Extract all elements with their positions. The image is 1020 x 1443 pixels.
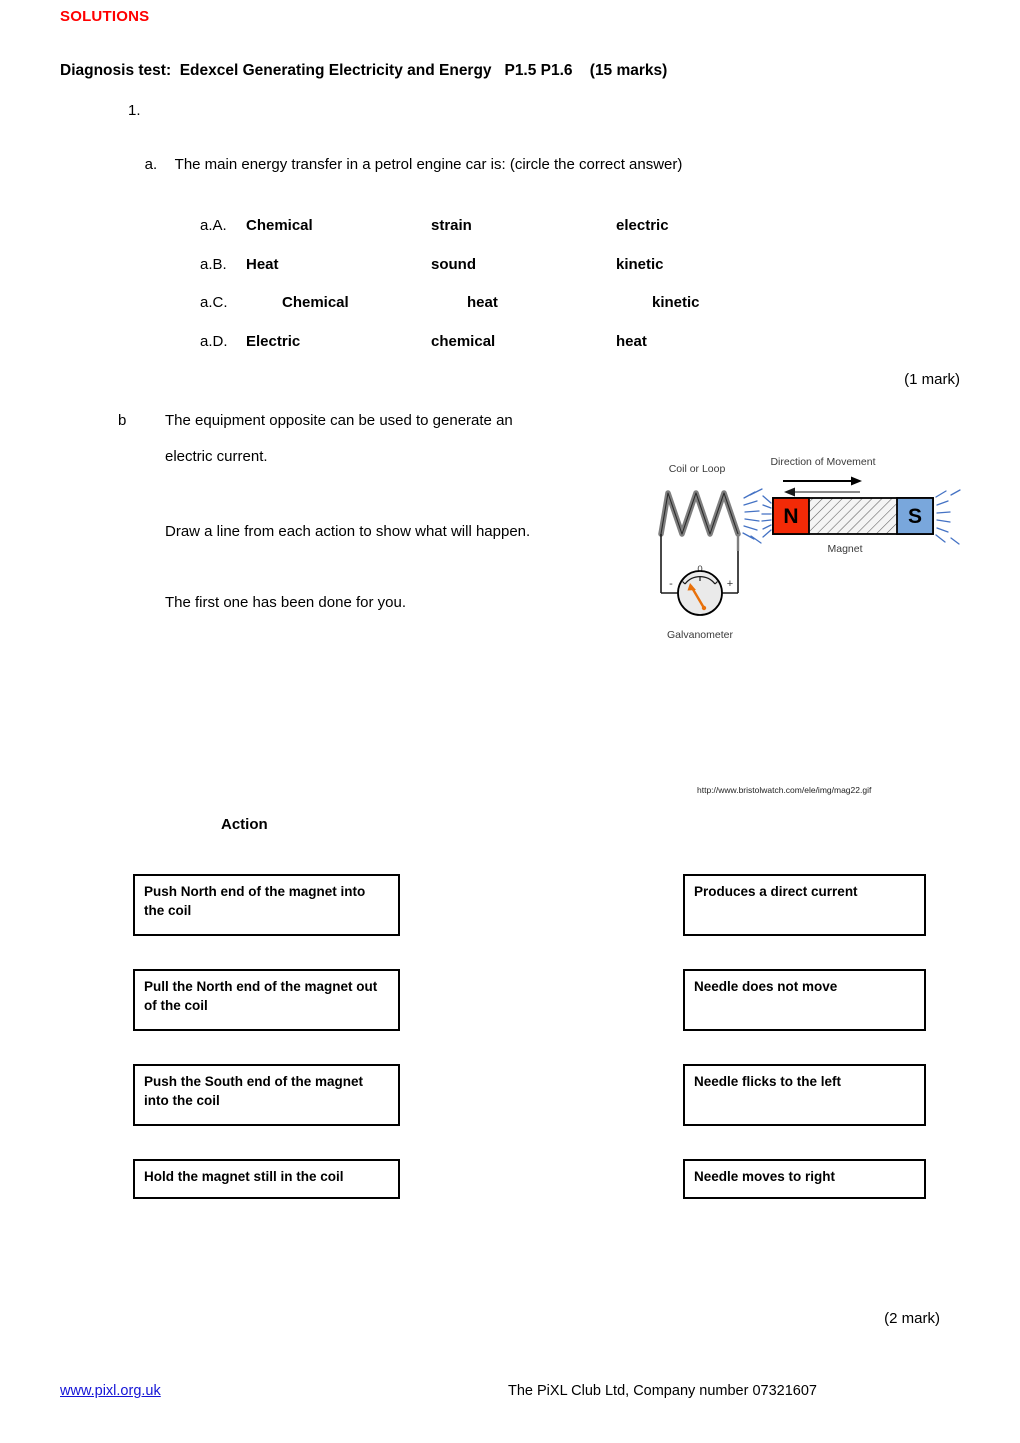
question-1b-line-2: electric current. [165,448,268,465]
question-1a-label: a. [144,156,158,173]
footer-company-text: The PiXL Club Ltd, Company number 073216… [508,1383,817,1399]
svg-text:N: N [783,505,798,528]
mcq-option-d-col2: chemical [431,332,496,350]
magnetic-field-lines-magnet-left [761,495,772,538]
marks-part-b: (2 mark) [884,1310,940,1327]
mcq-option-a[interactable]: a.A. Chemical strain electric [200,217,720,256]
mcq-option-a-col3: electric [616,217,669,234]
mcq-option-c-col2: heat [467,294,498,311]
mcq-option-c-key: a.C. [200,294,228,311]
mcq-option-d-key: a.D. [200,332,228,350]
image-credit-url: http://www.bristolwatch.com/ele/img/mag2… [697,785,872,795]
diagnosis-test-heading: Diagnosis test: Edexcel Generating Elect… [60,62,668,79]
svg-text:S: S [908,505,922,528]
question-1b-label: b [118,412,127,429]
marks-part-a: (1 mark) [904,371,960,388]
mcq-option-c[interactable]: a.C. Chemical heat kinetic [200,294,720,333]
question-number: 1. [128,102,141,119]
document-page: SOLUTIONS Diagnosis test: Edexcel Genera… [0,0,1020,1443]
action-box-1[interactable]: Push North end of the magnet into the co… [133,874,400,936]
question-1b-line-1: The equipment opposite can be used to ge… [165,412,513,429]
question-1b-instruction-draw-line: Draw a line from each action to show wha… [165,523,531,540]
arrow-left-icon [784,487,860,497]
svg-text:Magnet: Magnet [827,543,862,555]
question-1a-text: The main energy transfer in a petrol eng… [174,156,683,173]
mcq-option-c-col3: kinetic [652,294,700,311]
svg-text:-: - [669,578,673,590]
svg-text:Coil or Loop: Coil or Loop [669,463,726,475]
electromagnetic-induction-diagram: Direction of Movement Coil or Loop N S M… [645,448,965,658]
mcq-option-a-key: a.A. [200,217,227,234]
mcq-option-b-key: a.B. [200,255,227,273]
mcq-option-b-col3: kinetic [616,255,664,273]
bar-magnet: N S [772,497,934,535]
arrow-right-icon [783,476,862,486]
svg-text:Direction of Movement: Direction of Movement [770,456,875,468]
solutions-label: SOLUTIONS [60,8,150,25]
mcq-options-list: a.A. Chemical strain electric a.B. Heat … [200,217,720,371]
mcq-option-a-col2: strain [431,217,472,234]
mcq-option-b-col2: sound [431,255,476,273]
mcq-option-d-col3: heat [616,332,647,350]
action-box-4[interactable]: Hold the magnet still in the coil [133,1159,400,1199]
footer-website-link[interactable]: www.pixl.org.uk [60,1383,161,1399]
action-column-heading: Action [221,816,268,833]
outcome-box-4[interactable]: Needle moves to right [683,1159,926,1199]
question-1b-instruction-first-done: The first one has been done for you. [165,594,406,611]
action-box-3[interactable]: Push the South end of the magnet into th… [133,1064,400,1126]
action-box-2[interactable]: Pull the North end of the magnet out of … [133,969,400,1031]
mcq-option-b[interactable]: a.B. Heat sound kinetic [200,256,720,295]
svg-text:+: + [727,578,733,590]
svg-text:Galvanometer: Galvanometer [667,629,733,641]
mcq-option-b-col1: Heat [246,255,279,273]
question-1a: a. The main energy transfer in a petrol e… [128,139,683,190]
mcq-option-d[interactable]: a.D. Electric chemical heat [200,333,720,372]
mcq-option-d-col1: Electric [246,332,301,350]
outcome-box-1[interactable]: Produces a direct current [683,874,926,936]
mcq-option-a-col1: Chemical [246,217,313,234]
mcq-option-c-col1: Chemical [282,294,349,311]
galvanometer: 0 - + Galvanometer [667,564,733,641]
outcome-box-2[interactable]: Needle does not move [683,969,926,1031]
magnetic-field-lines-magnet-right [935,489,961,545]
outcome-box-3[interactable]: Needle flicks to the left [683,1064,926,1126]
magnetic-field-lines-coil [742,488,763,544]
